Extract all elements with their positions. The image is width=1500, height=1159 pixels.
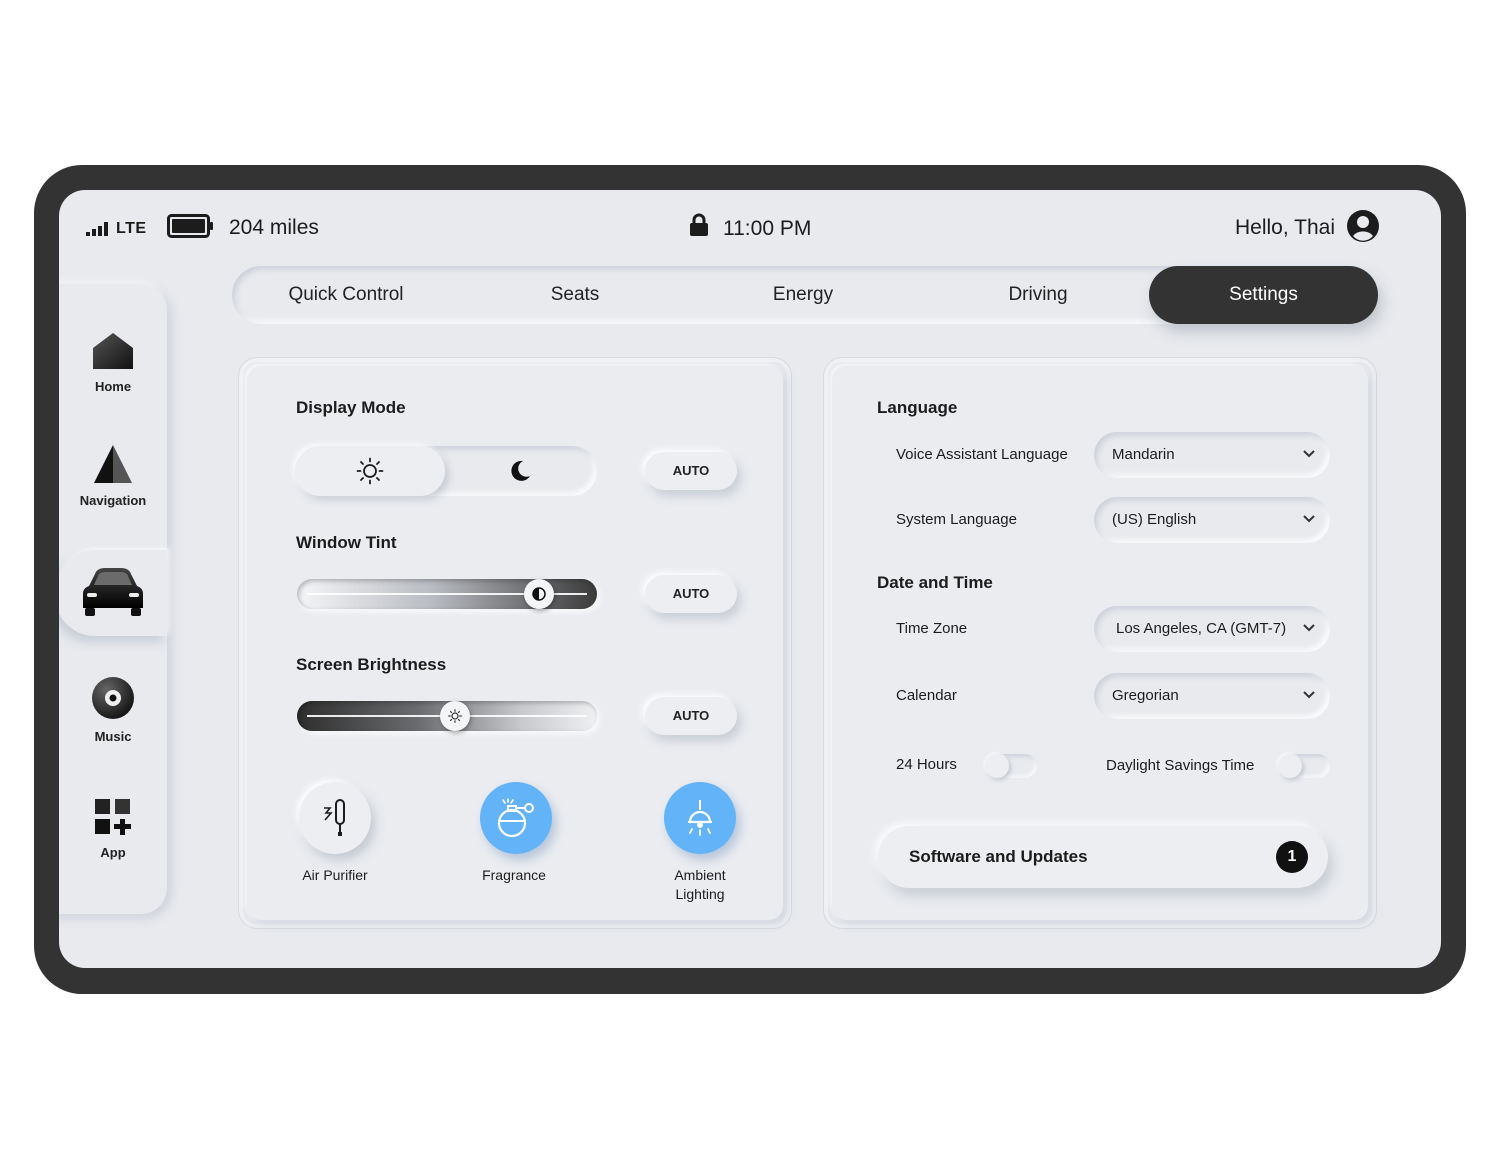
- sidebar-item-label: Music: [94, 729, 132, 744]
- display-mode-auto-button[interactable]: AUTO: [645, 452, 737, 490]
- window-tint-slider-handle[interactable]: [524, 579, 554, 609]
- user-greeting: Hello, Thai: [1235, 216, 1335, 239]
- ambient-lighting-label-line2: Lighting: [675, 886, 725, 902]
- hours24-label: 24 Hours: [896, 756, 957, 773]
- software-updates-button[interactable]: Software and Updates 1: [878, 826, 1328, 888]
- navigation-icon: [94, 445, 132, 483]
- chevron-down-icon: [1303, 450, 1315, 458]
- clock-time: 11:00 PM: [723, 217, 812, 240]
- voice-language-label: Voice Assistant Language: [896, 446, 1068, 463]
- screen-brightness-slider-handle[interactable]: [440, 701, 470, 731]
- home-icon: [93, 333, 133, 369]
- sidebar-item-music[interactable]: Music: [59, 676, 167, 744]
- language-title: Language: [877, 398, 958, 417]
- screen-brightness-slider[interactable]: [297, 701, 597, 731]
- dst-toggle[interactable]: [1278, 754, 1330, 778]
- window-tint-title: Window Tint: [296, 533, 397, 552]
- hours24-toggle[interactable]: [985, 754, 1037, 778]
- dark-mode-option[interactable]: [445, 446, 595, 496]
- chevron-down-icon: [1303, 515, 1315, 523]
- sidebar-item-label: Navigation: [79, 493, 147, 508]
- sidebar-item-label: App: [100, 845, 126, 860]
- dst-label: Daylight Savings Time: [1106, 757, 1255, 774]
- tab-settings[interactable]: Settings: [1149, 266, 1378, 324]
- date-time-title: Date and Time: [877, 573, 993, 592]
- car-icon: [83, 568, 143, 616]
- network-type: LTE: [116, 220, 147, 237]
- ambient-lighting-label-line1: Ambient: [674, 867, 726, 883]
- main-tab-bar: Quick Control Seats Energy Driving Setti…: [232, 266, 1378, 324]
- moon-icon: [511, 460, 530, 481]
- sidebar-item-navigation[interactable]: Navigation: [59, 444, 167, 508]
- system-language-dropdown[interactable]: (US) English: [1094, 497, 1330, 543]
- timezone-value: Los Angeles, CA (GMT-7): [1116, 620, 1287, 637]
- tab-energy[interactable]: Energy: [690, 266, 916, 324]
- system-language-value: (US) English: [1112, 511, 1197, 528]
- lock-icon[interactable]: [689, 213, 709, 242]
- fragrance-bottle-icon: [497, 798, 534, 838]
- car-display-screen: LTE 204 miles 11:00 PM Hello, Thai Quick…: [59, 190, 1441, 968]
- fragrance-label: Fragrance: [482, 867, 546, 883]
- system-language-label: System Language: [896, 511, 1017, 528]
- tab-driving[interactable]: Driving: [916, 266, 1160, 324]
- contrast-icon: [532, 587, 546, 601]
- air-purifier-icon: [324, 799, 345, 836]
- software-updates-label: Software and Updates: [909, 847, 1088, 866]
- window-tint-auto-button[interactable]: AUTO: [645, 575, 737, 613]
- air-purifier-label: Air Purifier: [302, 867, 368, 883]
- voice-language-value: Mandarin: [1112, 446, 1175, 463]
- range-readout: 204 miles: [229, 216, 319, 239]
- air-purifier-button[interactable]: [299, 782, 371, 854]
- calendar-dropdown[interactable]: Gregorian: [1094, 673, 1330, 719]
- toggle-knob: [1278, 754, 1302, 778]
- timezone-label: Time Zone: [896, 620, 968, 637]
- sidebar-item-app[interactable]: App: [59, 798, 167, 860]
- sidebar-item-vehicle[interactable]: [59, 566, 167, 623]
- battery-icon: [167, 214, 215, 243]
- ambient-lighting-label: Ambient Lighting: [640, 866, 760, 904]
- sidebar-item-label: Home: [94, 379, 132, 394]
- sidebar-item-home[interactable]: Home: [59, 332, 167, 394]
- update-count-badge: 1: [1276, 841, 1308, 873]
- tab-quick-control[interactable]: Quick Control: [232, 266, 460, 324]
- screen-brightness-auto-button[interactable]: AUTO: [645, 697, 737, 735]
- voice-language-dropdown[interactable]: Mandarin: [1094, 432, 1330, 478]
- display-mode-toggle: [295, 446, 597, 496]
- sun-icon: [356, 457, 384, 485]
- window-tint-slider[interactable]: [297, 579, 597, 609]
- sun-small-icon: [448, 709, 462, 723]
- ceiling-lamp-icon: [688, 800, 712, 836]
- signal-strength-icon: [86, 222, 110, 241]
- sidebar: Home Navigation Music App: [59, 284, 167, 914]
- chevron-down-icon: [1303, 624, 1315, 632]
- ambient-lighting-button[interactable]: [664, 782, 736, 854]
- user-avatar-icon[interactable]: [1347, 210, 1379, 247]
- fragrance-button[interactable]: [480, 782, 552, 854]
- music-disc-icon: [92, 677, 134, 719]
- chevron-down-icon: [1303, 691, 1315, 699]
- tab-seats[interactable]: Seats: [460, 266, 690, 324]
- calendar-value: Gregorian: [1112, 687, 1179, 704]
- calendar-label: Calendar: [896, 687, 957, 704]
- app-grid-icon: [95, 799, 131, 835]
- toggle-knob: [985, 754, 1009, 778]
- light-mode-option[interactable]: [295, 446, 445, 496]
- timezone-dropdown[interactable]: Los Angeles, CA (GMT-7): [1094, 606, 1330, 652]
- screen-brightness-title: Screen Brightness: [296, 655, 447, 674]
- display-mode-title: Display Mode: [296, 398, 406, 417]
